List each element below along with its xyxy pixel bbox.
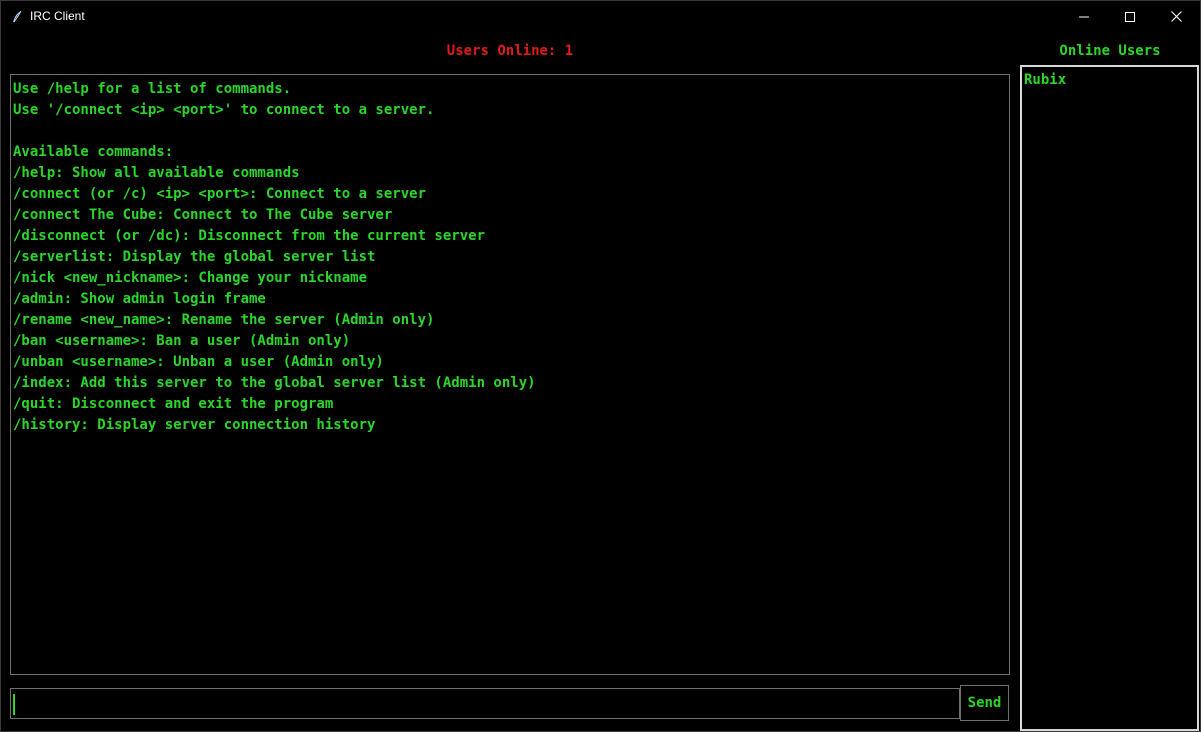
chat-line: Available commands: bbox=[13, 144, 174, 160]
chat-line: /quit: Disconnect and exit the program bbox=[13, 396, 334, 412]
close-icon bbox=[1170, 11, 1182, 22]
minimize-button[interactable] bbox=[1061, 1, 1107, 32]
chat-line: /connect The Cube: Connect to The Cube s… bbox=[13, 207, 393, 223]
maximize-button[interactable] bbox=[1107, 1, 1153, 32]
chat-line: /nick <new_nickname>: Change your nickna… bbox=[13, 270, 368, 286]
chat-line: /rename <new_name>: Rename the server (A… bbox=[13, 312, 435, 328]
chat-line: Use /help for a list of commands. bbox=[13, 81, 292, 97]
window-title: IRC Client bbox=[30, 9, 85, 23]
chat-line: /help: Show all available commands bbox=[13, 165, 300, 181]
chat-line: Use '/connect <ip> <port>' to connect to… bbox=[13, 102, 435, 118]
send-button[interactable]: Send bbox=[960, 685, 1009, 721]
online-users-list[interactable]: Rubix bbox=[1020, 65, 1199, 731]
irc-client-window: IRC Client Users Online: 1 Online Users … bbox=[0, 0, 1201, 732]
chat-line: /serverlist: Display the global server l… bbox=[13, 249, 376, 265]
close-button[interactable] bbox=[1153, 1, 1199, 32]
text-caret bbox=[13, 694, 15, 715]
users-online-count: Users Online: 1 bbox=[446, 43, 574, 59]
user-list-item[interactable]: Rubix bbox=[1024, 70, 1197, 91]
chat-line: /ban <username>: Ban a user (Admin only) bbox=[13, 333, 351, 349]
title-bar[interactable]: IRC Client bbox=[1, 1, 1200, 32]
chat-line: /index: Add this server to the global se… bbox=[13, 375, 536, 391]
chat-line: /connect (or /c) <ip> <port>: Connect to… bbox=[13, 186, 427, 202]
chat-line: /disconnect (or /dc): Disconnect from th… bbox=[13, 228, 486, 244]
chat-line: /unban <username>: Unban a user (Admin o… bbox=[13, 354, 384, 370]
chat-log[interactable]: Use /help for a list of commands. Use '/… bbox=[10, 74, 1010, 675]
message-input[interactable] bbox=[10, 688, 960, 719]
chat-line bbox=[13, 121, 1009, 142]
maximize-icon bbox=[1125, 11, 1135, 22]
online-users-heading: Online Users bbox=[1059, 43, 1161, 59]
chat-line: /admin: Show admin login frame bbox=[13, 291, 266, 307]
feather-app-icon bbox=[11, 9, 23, 23]
chat-line: /history: Display server connection hist… bbox=[13, 417, 376, 433]
minimize-icon bbox=[1079, 16, 1089, 17]
